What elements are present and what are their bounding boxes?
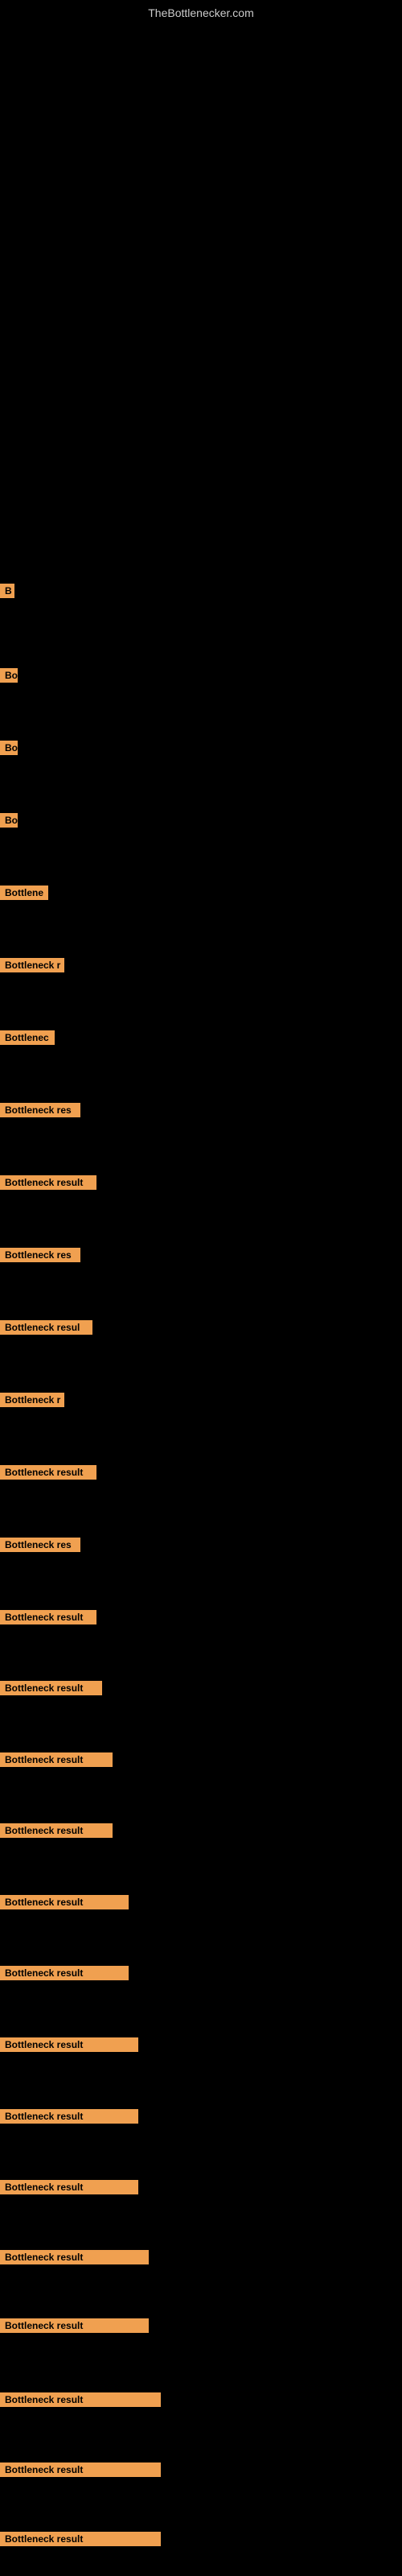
bottleneck-label: Bo [0,741,18,755]
bottleneck-label: Bottleneck result [0,2250,149,2264]
bottleneck-label: Bottlenec [0,1030,55,1045]
bottleneck-label: Bottleneck result [0,1966,129,1980]
bottleneck-label: Bottleneck resul [0,1320,92,1335]
bottleneck-label: B [0,584,14,598]
bottleneck-label: Bottleneck result [0,2532,161,2546]
bottleneck-label: Bottlene [0,886,48,900]
bottleneck-label: Bottleneck result [0,1752,113,1767]
bottleneck-label: Bottleneck res [0,1103,80,1117]
bottleneck-label: Bottleneck result [0,2462,161,2477]
bottleneck-label: Bottleneck res [0,1538,80,1552]
bottleneck-label: Bottleneck result [0,1465,96,1480]
bottleneck-label: Bottleneck result [0,2318,149,2333]
bottleneck-label: Bo [0,668,18,683]
bottleneck-label: Bottleneck result [0,1610,96,1624]
bottleneck-label: Bottleneck r [0,958,64,972]
bottleneck-label: Bottleneck result [0,2392,161,2407]
bottleneck-label: Bottleneck result [0,1823,113,1838]
bottleneck-label: Bottleneck result [0,1175,96,1190]
bottleneck-label: Bottleneck result [0,2109,138,2124]
bottleneck-label: Bottleneck result [0,2037,138,2052]
bottleneck-label: Bottleneck r [0,1393,64,1407]
site-title: TheBottlenecker.com [0,0,402,23]
bottleneck-label: Bottleneck result [0,2180,138,2194]
bottleneck-label: Bottleneck result [0,1681,102,1695]
bottleneck-label: Bottleneck res [0,1248,80,1262]
bottleneck-label: Bo [0,813,18,828]
bottleneck-label: Bottleneck result [0,1895,129,1909]
